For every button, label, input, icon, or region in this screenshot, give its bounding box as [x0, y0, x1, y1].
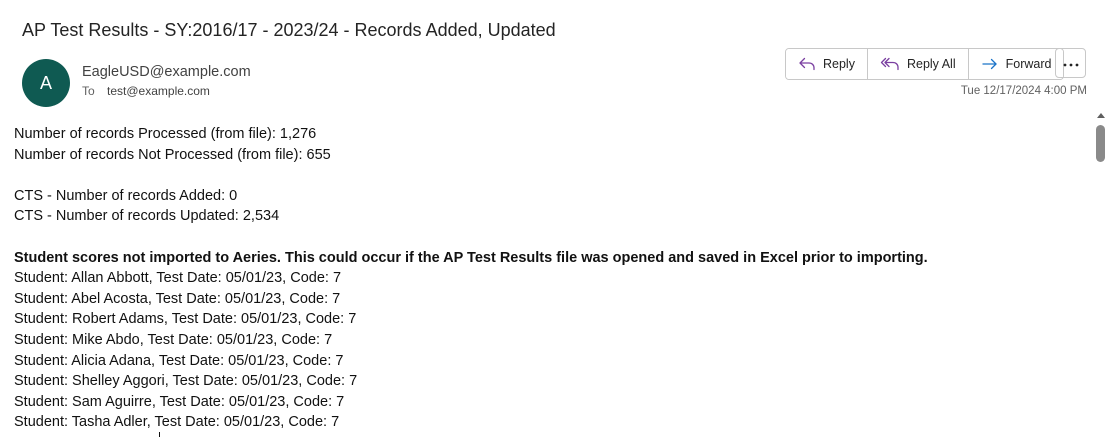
forward-button[interactable]: Forward: [967, 49, 1064, 79]
reply-all-button[interactable]: Reply All: [866, 49, 968, 79]
avatar-initial: A: [39, 72, 52, 93]
forward-label: Forward: [1005, 57, 1052, 71]
student-line: Student: Shelley Aggori, Test Date: 05/0…: [14, 373, 358, 390]
scroll-thumb[interactable]: [1096, 125, 1105, 162]
reply-all-label: Reply All: [906, 57, 956, 71]
recipient-address[interactable]: test@example.com: [107, 84, 210, 98]
ellipsis-icon: [1063, 54, 1079, 72]
email-subject: AP Test Results - SY:2016/17 - 2023/24 -…: [22, 20, 556, 40]
student-line: Student: Sam Aguirre, Test Date: 05/01/2…: [14, 393, 345, 410]
reply-icon: [798, 56, 816, 72]
vertical-scrollbar[interactable]: [1093, 110, 1108, 437]
student-line: Student: Tasha Adler, Test Date: 05/01/2…: [14, 414, 340, 431]
to-label: To: [82, 84, 95, 98]
recipient-line: To test@example.com: [82, 84, 210, 98]
sender-address[interactable]: EagleUSD@example.com: [82, 64, 251, 80]
sent-timestamp: Tue 12/17/2024 4:00 PM: [960, 85, 1087, 97]
cts-updated-count: CTS - Number of records Updated: 2,534: [14, 208, 280, 225]
reply-button[interactable]: Reply: [786, 49, 867, 79]
message-actions: Reply Reply All Forward: [785, 48, 1065, 80]
scroll-up-arrow-icon[interactable]: [1097, 113, 1105, 118]
student-line: Student: Mike Abdo, Test Date: 05/01/23,…: [14, 331, 333, 348]
text-cursor: [159, 432, 160, 437]
more-actions-button[interactable]: [1055, 48, 1086, 78]
processed-count: Number of records Processed (from file):…: [14, 126, 317, 142]
message-body: Number of records Processed (from file):…: [14, 124, 1084, 433]
not-processed-count: Number of records Not Processed (from fi…: [14, 146, 331, 163]
import-warning: Student scores not imported to Aeries. T…: [14, 249, 928, 266]
student-line: Student: Abel Acosta, Test Date: 05/01/2…: [14, 290, 341, 307]
student-line: Student: Alicia Adana, Test Date: 05/01/…: [14, 352, 344, 369]
email-reading-pane: AP Test Results - SY:2016/17 - 2023/24 -…: [0, 0, 1108, 437]
reply-all-icon: [880, 56, 900, 72]
reply-label: Reply: [823, 57, 855, 71]
sender-avatar[interactable]: A: [22, 59, 70, 107]
student-line: Student: Robert Adams, Test Date: 05/01/…: [14, 311, 357, 328]
forward-arrow-icon: [981, 56, 999, 72]
cts-added-count: CTS - Number of records Added: 0: [14, 187, 238, 204]
student-line: Student: Allan Abbott, Test Date: 05/01/…: [14, 270, 342, 287]
